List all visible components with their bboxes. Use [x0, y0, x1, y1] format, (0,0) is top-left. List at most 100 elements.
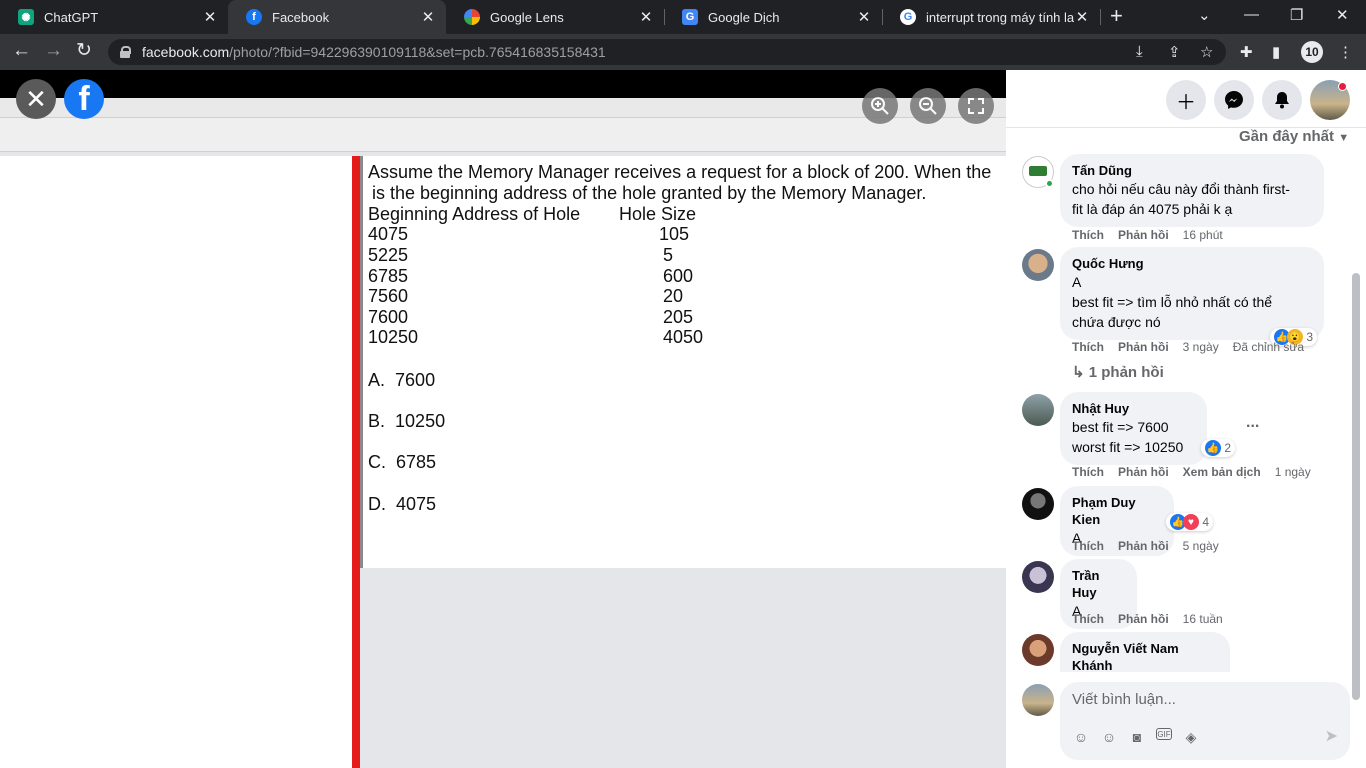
- commenter-name[interactable]: Phạm Duy Kien: [1072, 494, 1162, 528]
- hole-size: 4050: [663, 327, 704, 347]
- more-options-icon[interactable]: ...: [1246, 414, 1259, 432]
- facebook-logo[interactable]: f: [64, 79, 104, 119]
- close-tab-icon[interactable]: ✕: [202, 8, 218, 26]
- replies-label: 1 phản hồi: [1088, 364, 1164, 381]
- commenter-name[interactable]: Quốc Hưng: [1072, 255, 1312, 272]
- address-bar[interactable]: facebook.com/photo/?fbid=942296390109118…: [108, 39, 1226, 65]
- forward-button[interactable]: →: [44, 41, 63, 61]
- option-letter: A.: [368, 370, 386, 390]
- profile-avatar[interactable]: 10: [1301, 41, 1323, 63]
- new-tab-button[interactable]: +: [1110, 5, 1123, 27]
- timestamp[interactable]: 5 ngày: [1183, 539, 1219, 553]
- photo-band: [0, 118, 1006, 152]
- like-link[interactable]: Thích: [1072, 539, 1104, 553]
- minimize-button[interactable]: —: [1244, 6, 1259, 23]
- gif-icon[interactable]: GIF: [1156, 728, 1172, 740]
- reply-link[interactable]: Phản hồi: [1118, 539, 1169, 553]
- see-translation-link[interactable]: Xem bản dịch: [1183, 465, 1261, 479]
- zoom-out-button[interactable]: [910, 88, 946, 124]
- tab-google-search[interactable]: G interrupt trong máy tính la gì ✕: [882, 0, 1100, 34]
- extensions-icon[interactable]: ✚: [1240, 43, 1253, 61]
- like-link[interactable]: Thích: [1072, 612, 1104, 626]
- like-reaction-icon: 👍: [1205, 440, 1221, 456]
- reaction-summary[interactable]: 👍 ♥ 4: [1166, 513, 1214, 531]
- column-header: Hole Size: [619, 204, 697, 224]
- emoji-icon[interactable]: ☺: [1100, 728, 1118, 746]
- option-letter: C.: [368, 452, 386, 472]
- avatar: [1022, 561, 1054, 593]
- bookmark-star-icon[interactable]: ☆: [1200, 43, 1213, 61]
- tab-chatgpt[interactable]: ✺ ChatGPT ✕: [0, 0, 228, 34]
- commenter-name[interactable]: Tấn Dũng: [1072, 162, 1312, 179]
- hole-size: 600: [663, 266, 694, 286]
- close-viewer-button[interactable]: ✕: [16, 79, 56, 119]
- comment-actions: Thích Phản hồi 16 tuần: [1072, 612, 1237, 626]
- notifications-button[interactable]: [1262, 80, 1302, 120]
- close-tab-icon[interactable]: ✕: [1074, 8, 1090, 26]
- side-panel-icon[interactable]: ▮: [1272, 43, 1280, 61]
- reaction-count: 2: [1224, 441, 1232, 455]
- tab-google-translate[interactable]: G Google Dịch ✕: [664, 0, 882, 34]
- hole-address: 7560: [368, 286, 409, 306]
- hole-address: 10250: [368, 327, 419, 347]
- close-window-button[interactable]: ✕: [1336, 6, 1349, 24]
- tab-title: Facebook: [272, 9, 330, 25]
- create-button[interactable]: ＋: [1166, 80, 1206, 120]
- avatar-sticker-icon[interactable]: ☺: [1072, 728, 1090, 746]
- reply-link[interactable]: Phản hồi: [1118, 228, 1169, 242]
- comment-input-placeholder[interactable]: Viết bình luận...: [1072, 691, 1176, 708]
- timestamp[interactable]: 1 ngày: [1275, 465, 1311, 479]
- messenger-button[interactable]: [1214, 80, 1254, 120]
- view-replies-link[interactable]: ↳ 1 phản hồi: [1072, 363, 1164, 381]
- tab-title: Google Lens: [490, 9, 564, 25]
- close-tab-icon[interactable]: ✕: [856, 8, 872, 26]
- tab-facebook[interactable]: f Facebook ✕: [228, 0, 446, 34]
- caret-down-icon: ▼: [1338, 132, 1350, 144]
- commenter-name[interactable]: Nhật Huy: [1072, 400, 1195, 417]
- reply-link[interactable]: Phản hồi: [1118, 340, 1169, 354]
- photo-band: [0, 98, 1006, 118]
- timestamp[interactable]: 3 ngày: [1183, 340, 1219, 354]
- like-link[interactable]: Thích: [1072, 340, 1104, 354]
- bell-icon: [1275, 92, 1289, 109]
- close-tab-icon[interactable]: ✕: [638, 8, 654, 26]
- reaction-summary[interactable]: 👍 2: [1201, 439, 1236, 457]
- tab-google-lens[interactable]: Google Lens ✕: [446, 0, 664, 34]
- comment-text: A: [1072, 274, 1082, 290]
- close-tab-icon[interactable]: ✕: [420, 8, 436, 26]
- like-link[interactable]: Thích: [1072, 228, 1104, 242]
- side-header: ＋: [1006, 70, 1366, 128]
- google-lens-icon: [464, 9, 480, 25]
- restore-button[interactable]: ❐: [1290, 6, 1303, 24]
- sticker-icon[interactable]: ◈: [1182, 728, 1200, 746]
- tab-title: ChatGPT: [44, 9, 99, 25]
- back-button[interactable]: ←: [12, 41, 31, 61]
- commenter-name[interactable]: Trần Huy: [1072, 567, 1125, 601]
- sort-dropdown[interactable]: Gần đây nhất ▼: [1239, 128, 1349, 145]
- camera-icon[interactable]: ◙: [1128, 728, 1146, 746]
- reload-button[interactable]: ↻: [76, 41, 92, 61]
- tab-search-icon[interactable]: ⌄: [1198, 6, 1211, 24]
- avatar: [1022, 488, 1054, 520]
- option-b: B. 10250: [368, 411, 445, 432]
- google-icon: G: [900, 9, 916, 25]
- share-icon[interactable]: ⇪: [1168, 43, 1181, 61]
- option-c: C. 6785: [368, 452, 436, 473]
- comment-composer[interactable]: Viết bình luận... ☺ ☺ ◙ GIF ◈ ➤: [1060, 682, 1350, 760]
- reply-link[interactable]: Phản hồi: [1118, 465, 1169, 479]
- reply-arrow-icon: ↳: [1072, 364, 1085, 381]
- photo-left-area: [0, 156, 352, 768]
- commenter-name[interactable]: Nguyễn Viết Nam Khánh: [1072, 640, 1218, 672]
- tab-title: Google Dịch: [708, 9, 780, 25]
- reply-link[interactable]: Phản hồi: [1118, 612, 1169, 626]
- like-link[interactable]: Thích: [1072, 465, 1104, 479]
- send-icon[interactable]: ➤: [1325, 726, 1338, 746]
- zoom-in-button[interactable]: [862, 88, 898, 124]
- comments-scrollbar[interactable]: [1352, 273, 1360, 700]
- timestamp[interactable]: 16 tuần: [1183, 612, 1223, 626]
- comment-bubble: Nhật Huy best fit => 7600 worst fit => 1…: [1060, 392, 1207, 465]
- browser-menu-icon[interactable]: ⋮: [1338, 43, 1353, 61]
- install-app-icon[interactable]: ⤓: [1136, 43, 1143, 60]
- fullscreen-button[interactable]: [958, 88, 994, 124]
- timestamp[interactable]: 16 phút: [1183, 228, 1223, 242]
